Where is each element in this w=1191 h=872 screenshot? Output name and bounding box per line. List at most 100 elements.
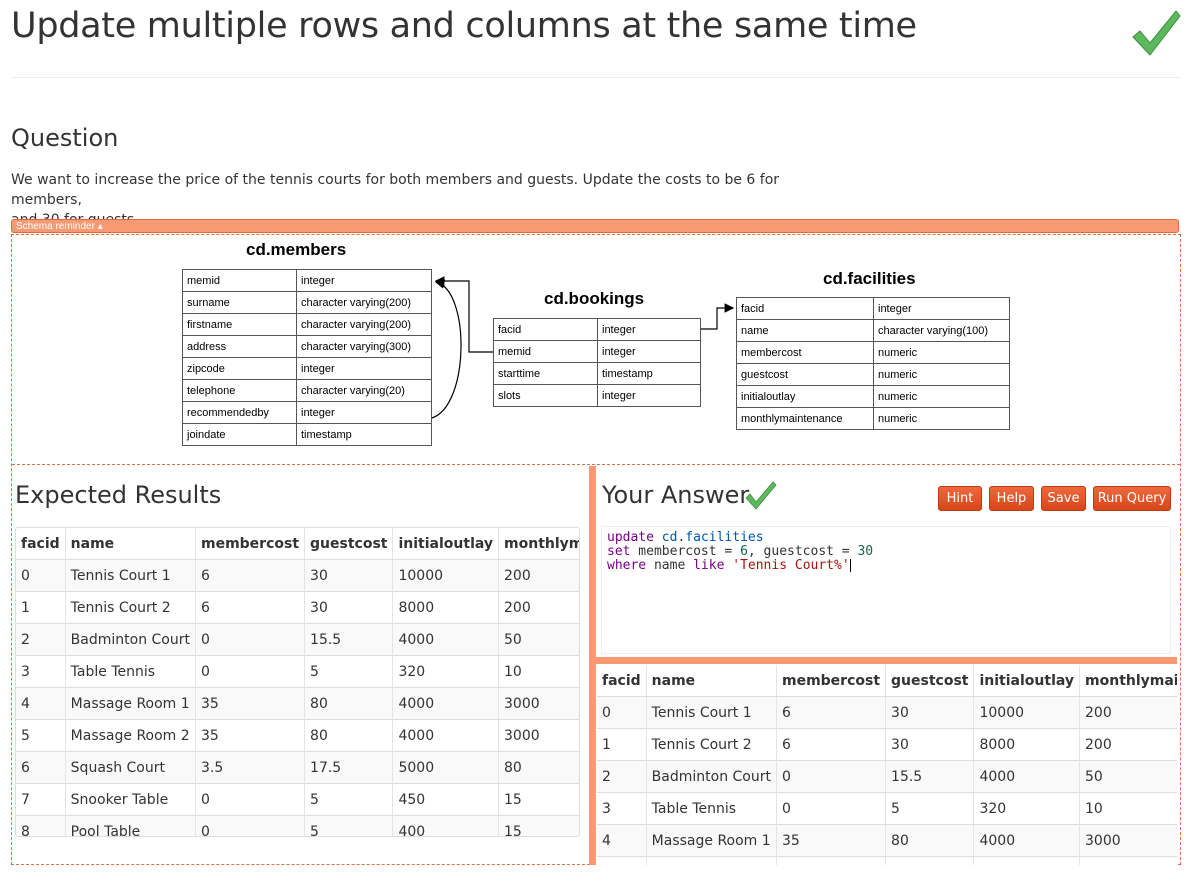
table-cell: 4000 — [392, 687, 500, 720]
table-cell: 5 — [304, 655, 394, 688]
table-cell: 5 — [304, 783, 394, 816]
table-cell: 80 — [304, 719, 394, 752]
vertical-splitter[interactable] — [589, 466, 596, 865]
table-cell: Massage Room 2 — [65, 719, 196, 752]
table-cell: 6 — [195, 559, 306, 592]
table-cell: 0 — [776, 760, 887, 793]
table-cell: Pool Table — [65, 815, 196, 836]
column-name: monthlymaintenance — [736, 407, 874, 430]
column-name: initialoutlay — [736, 385, 874, 408]
question-heading: Question — [11, 124, 119, 152]
column-header-initialoutlay: initialoutlay — [392, 528, 500, 560]
schema-row: surname character varying(200) — [182, 291, 432, 314]
code-line-3: where name like 'Tennis Court%' — [607, 559, 1165, 573]
table-row: 1 Tennis Court 2 6 30 8000 200 — [597, 728, 1177, 761]
column-type: integer — [296, 269, 432, 292]
expected-results-heading: Expected Results — [15, 481, 222, 509]
table-cell: 0 — [195, 623, 306, 656]
table-cell: Tennis Court 1 — [65, 559, 196, 592]
table-row: 0 Tennis Court 1 6 30 10000 200 — [597, 696, 1177, 729]
help-button[interactable]: Help — [989, 486, 1034, 511]
table-cell: 3 — [597, 792, 647, 825]
column-header-membercost: membercost — [776, 665, 887, 697]
table-cell: 200 — [1079, 696, 1177, 729]
table-cell: 0 — [195, 783, 306, 816]
table-cell: 5 — [885, 792, 975, 825]
answer-results-container: facid name membercost guestcost initialoutla… — [597, 665, 1177, 865]
column-header-initialoutlay: initialoutlay — [973, 665, 1081, 697]
table-cell: 10000 — [392, 559, 500, 592]
table-cell: 3000 — [498, 687, 579, 720]
table-cell: 400 — [392, 815, 500, 836]
code-number: 6 — [740, 544, 748, 559]
table-cell: 30 — [304, 559, 394, 592]
table-cell: 1 — [597, 728, 647, 761]
table-cell: 6 — [16, 751, 66, 784]
column-name: name — [736, 319, 874, 342]
table-cell: 5 — [304, 815, 394, 836]
column-header-guestcost: guestcost — [304, 528, 394, 560]
table-row: 2 Badminton Court 0 15.5 4000 50 — [597, 760, 1177, 793]
code-text: , guestcost = — [747, 544, 858, 559]
table-cell: Massage Room 2 — [646, 856, 777, 865]
schema-reminder-toggle[interactable]: Schema reminder ▴ — [11, 219, 1179, 233]
table-row: 6 Squash Court 3.5 17.5 5000 80 — [16, 751, 579, 784]
schema-row: joindate timestamp — [182, 423, 432, 446]
table-cell: 80 — [885, 824, 975, 857]
schema-row: firstname character varying(200) — [182, 313, 432, 336]
column-name: facid — [736, 297, 874, 320]
table-cell: 15.5 — [885, 760, 975, 793]
code-line-1: update cd.facilities — [607, 531, 1165, 545]
checkmark-icon — [1132, 10, 1181, 56]
table-cell: 50 — [498, 623, 579, 656]
table-cell: 35 — [776, 824, 887, 857]
column-name: firstname — [182, 313, 297, 336]
column-type: character varying(20) — [296, 379, 432, 402]
code-keyword: update — [607, 530, 654, 545]
column-type: integer — [296, 357, 432, 380]
page-title: Update multiple rows and columns at the … — [11, 6, 917, 46]
table-row: 7 Snooker Table 0 5 450 15 — [16, 783, 579, 816]
bookings-table-title: cd.bookings — [544, 289, 645, 308]
table-cell: 1 — [16, 591, 66, 624]
column-type: integer — [597, 384, 701, 407]
table-cell: 8 — [16, 815, 66, 836]
table-cell: Tennis Court 2 — [65, 591, 196, 624]
table-cell: 320 — [392, 655, 500, 688]
your-answer-heading: Your Answer — [602, 481, 750, 509]
column-name: surname — [182, 291, 297, 314]
column-header-name: name — [646, 665, 777, 697]
column-header-monthlymaintenance: monthlymaintenance — [498, 528, 579, 560]
column-name: recommendedby — [182, 401, 297, 424]
answer-results-table: facid name membercost guestcost initialoutla… — [597, 665, 1177, 865]
question-text-line-1: We want to increase the price of the ten… — [11, 172, 780, 208]
facilities-schema-table: facid integer name character varying(100) me… — [736, 297, 1010, 430]
table-cell: 0 — [195, 815, 306, 836]
column-name: zipcode — [182, 357, 297, 380]
schema-row: monthlymaintenance numeric — [736, 407, 1010, 430]
table-row: 8 Pool Table 0 5 400 15 — [16, 815, 579, 836]
sql-editor[interactable]: update cd.facilities set membercost = 6,… — [601, 526, 1171, 654]
table-cell: 8000 — [392, 591, 500, 624]
table-cell: Table Tennis — [646, 792, 777, 825]
table-cell: 7 — [16, 783, 66, 816]
save-button[interactable]: Save — [1041, 486, 1086, 511]
column-name: slots — [493, 384, 598, 407]
members-table-title: cd.members — [246, 240, 347, 259]
column-name: joindate — [182, 423, 297, 446]
table-cell: 15 — [498, 815, 579, 836]
run-query-button[interactable]: Run Query — [1093, 486, 1171, 511]
table-cell: 80 — [885, 856, 975, 865]
code-text: name — [646, 558, 694, 573]
table-cell: 4000 — [392, 623, 500, 656]
schema-row: guestcost numeric — [736, 363, 1010, 386]
hint-button[interactable]: Hint — [938, 486, 982, 511]
column-type: integer — [597, 318, 701, 341]
column-type: character varying(100) — [873, 319, 1010, 342]
members-schema-table: memid integer surname character varying(200… — [182, 269, 432, 446]
column-type: numeric — [873, 341, 1010, 364]
horizontal-splitter[interactable] — [596, 657, 1177, 664]
schema-row: membercost numeric — [736, 341, 1010, 364]
column-type: numeric — [873, 363, 1010, 386]
table-cell: 0 — [195, 655, 306, 688]
